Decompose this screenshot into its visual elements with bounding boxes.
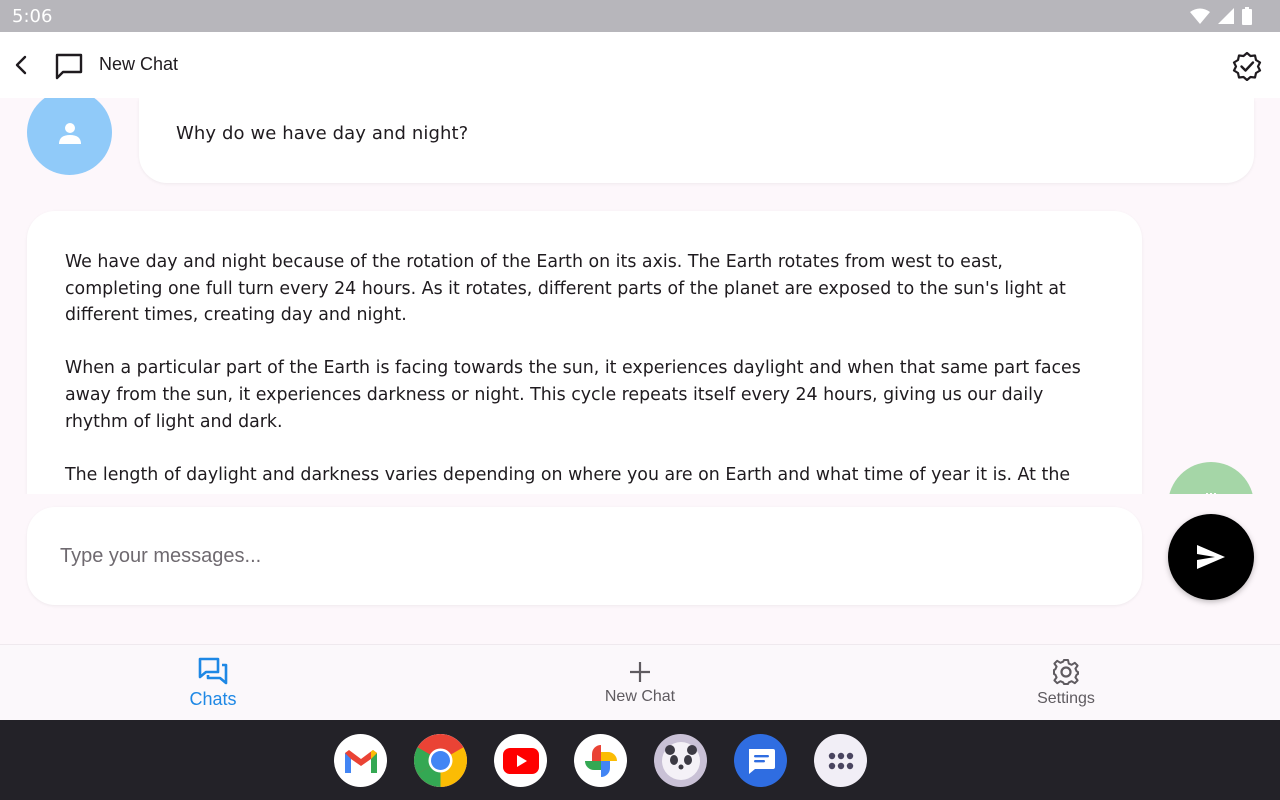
nav-label: New Chat	[604, 688, 676, 705]
chevron-left-icon	[15, 55, 27, 75]
chat-bubble-icon	[52, 49, 86, 83]
gmail-icon[interactable]	[334, 734, 387, 787]
composer	[0, 494, 1280, 644]
message-input[interactable]	[27, 507, 1142, 605]
wifi-icon	[1190, 8, 1210, 24]
plus-icon	[630, 662, 650, 682]
send-button[interactable]	[1168, 514, 1254, 600]
app-bar: New Chat	[0, 32, 1280, 98]
back-button[interactable]	[6, 49, 38, 81]
verified-check-icon	[1232, 51, 1262, 81]
model-select-button[interactable]	[1168, 462, 1254, 494]
user-message-text: Why do we have day and night?	[176, 123, 469, 144]
bottom-navigation: Chats New Chat Settings	[0, 644, 1280, 720]
verified-badge-button[interactable]	[1230, 49, 1264, 83]
gear-icon	[1053, 659, 1079, 685]
nav-item-chats[interactable]: Chats	[113, 645, 313, 721]
nav-item-settings[interactable]: Settings	[966, 645, 1166, 721]
chrome-icon[interactable]	[414, 734, 467, 787]
status-bar: 5:06	[0, 0, 1280, 32]
status-icons	[1190, 7, 1252, 25]
send-icon	[1197, 545, 1225, 569]
page-title: New Chat	[99, 54, 179, 74]
nav-item-new-chat[interactable]: New Chat	[540, 645, 740, 721]
battery-icon	[1242, 7, 1252, 25]
youtube-icon[interactable]	[494, 734, 547, 787]
app-drawer-icon[interactable]	[814, 734, 867, 787]
panda-app-icon[interactable]	[654, 734, 707, 787]
bot-message-bubble: We have day and night because of the rot…	[27, 211, 1142, 494]
bot-message-paragraph: The length of daylight and darkness vari…	[65, 464, 1071, 485]
nav-label: Settings	[1037, 690, 1095, 707]
signal-icon	[1218, 8, 1234, 24]
person-icon	[58, 122, 81, 144]
messages-icon[interactable]	[734, 734, 787, 787]
bot-message-paragraph: We have day and night because of the rot…	[65, 252, 1066, 326]
chat-messages[interactable]: Why do we have day and night? We have da…	[0, 98, 1280, 494]
status-time: 5:06	[12, 5, 53, 27]
forum-icon	[198, 657, 228, 684]
bot-message-paragraph: When a particular part of the Earth is f…	[65, 358, 1081, 432]
user-avatar	[27, 98, 112, 175]
app-dock	[0, 720, 1280, 800]
photos-icon[interactable]	[574, 734, 627, 787]
user-message-bubble: Why do we have day and night?	[139, 98, 1254, 183]
nav-label: Chats	[189, 688, 237, 709]
